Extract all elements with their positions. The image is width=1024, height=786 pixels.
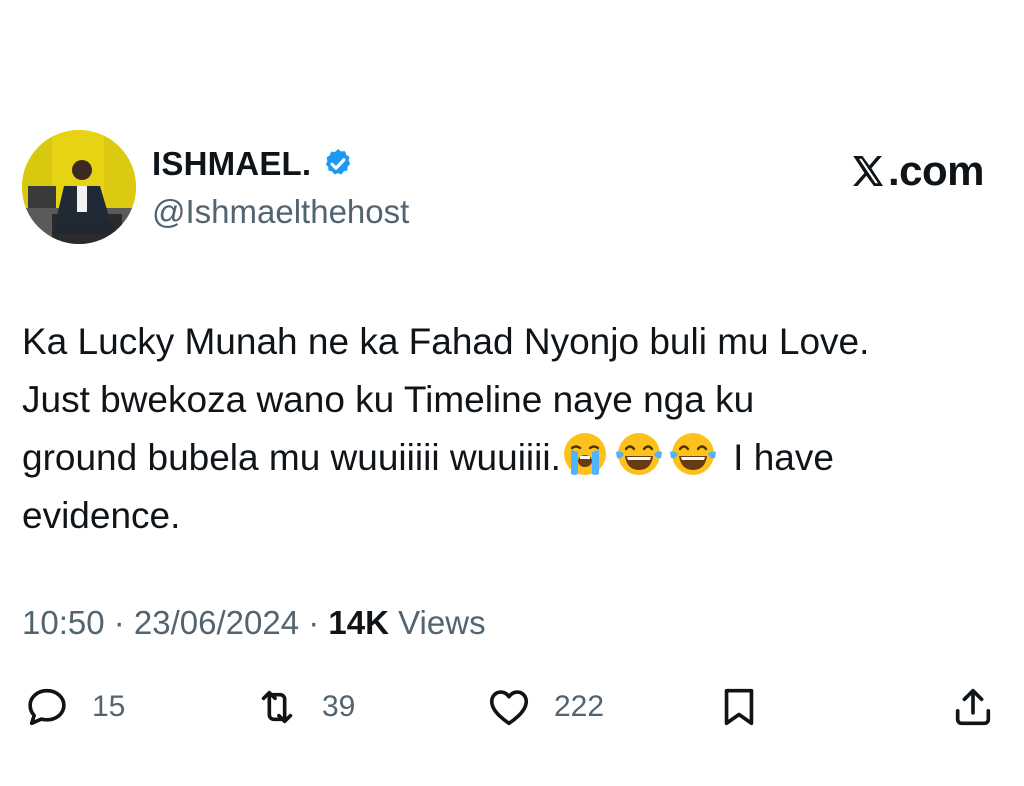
meta-separator: · (104, 604, 134, 641)
reply-count: 15 (92, 690, 126, 723)
site-logo: .com (850, 147, 985, 194)
face-with-tears-of-joy-icon (615, 433, 662, 475)
like-button[interactable]: 222 (486, 680, 604, 734)
share-button[interactable] (950, 680, 996, 734)
reply-icon (28, 688, 66, 726)
repost-count: 39 (322, 690, 356, 723)
tweet-text: Ka Lucky Munah ne ka Fahad Nyonjo buli m… (22, 313, 1012, 545)
author-handle[interactable]: @Ishmaelthehost (152, 193, 409, 231)
like-count: 222 (554, 690, 605, 723)
tweet-line-text: ground bubela mu wuuiiiii wuuiiii. (22, 437, 561, 478)
tweet-line: Just bwekoza wano ku Timeline naye nga k… (22, 379, 755, 420)
tweet-time[interactable]: 10:50 (22, 604, 105, 641)
tweet-date[interactable]: 23/06/2024 (134, 604, 299, 641)
x-logo-icon (852, 156, 883, 186)
repost-button[interactable]: 39 (254, 680, 355, 734)
reply-button[interactable]: 15 (24, 680, 125, 734)
views-count[interactable]: 14K (328, 604, 389, 641)
site-logo-text: .com (887, 147, 985, 194)
tweet-line-text: I have (722, 437, 834, 478)
author-name-row: ISHMAEL. (152, 145, 355, 183)
tweet-line: ground bubela mu wuuiiiii wuuiiii. I hav… (22, 429, 1012, 487)
meta-separator: · (299, 604, 329, 641)
tweet-line: Ka Lucky Munah ne ka Fahad Nyonjo buli m… (22, 321, 870, 362)
tweet-meta: 10:50 · 23/06/2024 · 14K Views (22, 603, 486, 643)
avatar-image (22, 130, 136, 244)
bookmark-button[interactable] (716, 680, 762, 734)
loudly-crying-face-icon (563, 433, 606, 475)
repost-icon (261, 690, 293, 724)
views-label: Views (388, 604, 486, 641)
avatar[interactable] (22, 130, 136, 244)
action-bar: 15 39 222 (0, 680, 1024, 734)
heart-icon (489, 690, 529, 726)
display-name[interactable]: ISHMAEL. (152, 145, 311, 183)
share-icon (955, 688, 991, 726)
bookmark-icon (724, 688, 754, 726)
face-with-tears-of-joy-icon (669, 433, 716, 475)
verified-badge-icon (326, 149, 351, 175)
tweet-line: evidence. (22, 495, 181, 536)
